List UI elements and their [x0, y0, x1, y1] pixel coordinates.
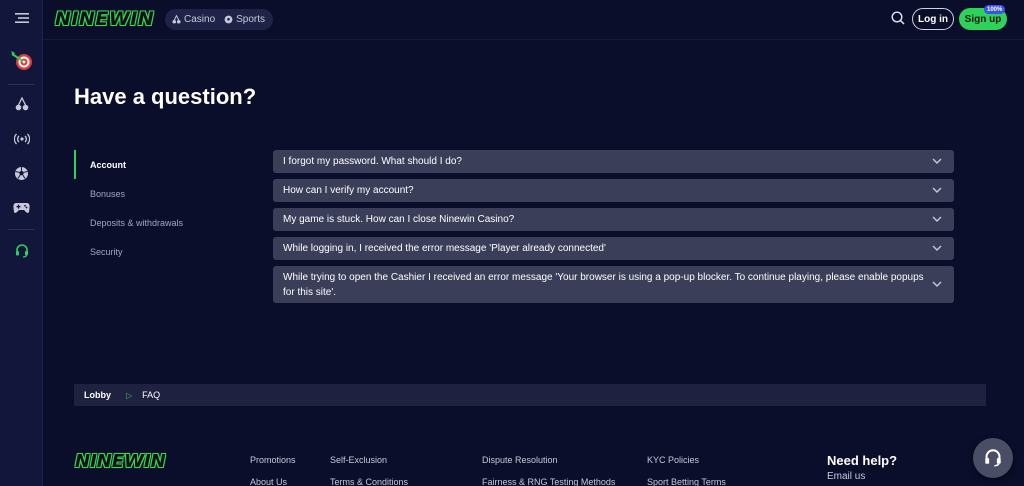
- live-broadcast-icon: [13, 133, 30, 145]
- chevron-down-icon: [932, 187, 942, 193]
- faq-item[interactable]: While logging in, I received the error m…: [273, 237, 954, 260]
- sidebar: [0, 0, 43, 486]
- sidebar-item-casino[interactable]: [0, 89, 43, 119]
- cherries-icon: [15, 97, 28, 111]
- search-button[interactable]: [891, 11, 905, 30]
- category-deposits-withdrawals[interactable]: Deposits & withdrawals: [74, 208, 254, 237]
- footer-link-self-exclusion[interactable]: Self-Exclusion: [330, 455, 387, 465]
- headset-icon: [985, 449, 1001, 467]
- faq-item[interactable]: I forgot my password. What should I do?: [273, 150, 954, 173]
- gamepad-icon: [13, 203, 30, 213]
- soccer-ball-icon: [224, 15, 233, 24]
- faq-question: While logging in, I received the error m…: [283, 243, 606, 254]
- category-bonuses[interactable]: Bonuses: [74, 179, 254, 208]
- sidebar-item-live[interactable]: [0, 124, 43, 154]
- search-icon: [891, 11, 905, 25]
- faq-question: My game is stuck. How can I close Ninewi…: [283, 214, 515, 225]
- nav-casino-label: Casino: [184, 14, 216, 25]
- footer-link-kyc[interactable]: KYC Policies: [647, 455, 699, 465]
- chevron-down-icon: [932, 245, 942, 251]
- chevron-down-icon: [932, 216, 942, 222]
- breadcrumb-separator: ▷: [126, 390, 133, 400]
- faq-category-list: Account Bonuses Deposits & withdrawals S…: [74, 150, 254, 266]
- faq-question: While trying to open the Cashier I recei…: [283, 271, 924, 298]
- faq-item[interactable]: While trying to open the Cashier I recei…: [273, 266, 954, 303]
- support-chat-button[interactable]: [973, 438, 1013, 478]
- category-account[interactable]: Account: [74, 150, 254, 179]
- sidebar-item-sports[interactable]: [0, 158, 43, 188]
- cherries-icon: [172, 15, 181, 24]
- breadcrumb: Lobby ▷ FAQ: [74, 384, 986, 406]
- faq-item[interactable]: My game is stuck. How can I close Ninewi…: [273, 208, 954, 231]
- nav-sports-label: Sports: [236, 14, 266, 25]
- page-scrollbar[interactable]: [1018, 40, 1024, 486]
- top-header: NINEWIN Casino Sports Log in Sign up 100…: [43, 0, 1024, 40]
- menu-icon: [14, 13, 29, 23]
- breadcrumb-current: FAQ: [142, 390, 161, 400]
- breadcrumb-lobby[interactable]: Lobby: [84, 390, 111, 400]
- soccer-ball-icon: [15, 166, 28, 180]
- signup-bonus-badge: 100%: [984, 5, 1006, 14]
- sidebar-item-games[interactable]: [0, 193, 43, 223]
- footer-link-terms[interactable]: Terms & Conditions: [330, 477, 408, 486]
- nav-casino[interactable]: Casino: [172, 14, 215, 25]
- chevron-down-icon: [932, 281, 942, 287]
- faq-item[interactable]: How can I verify my account?: [273, 179, 954, 202]
- page-title: Have a question?: [74, 84, 257, 109]
- faq-question: How can I verify my account?: [283, 185, 414, 196]
- sidebar-divider: [8, 84, 35, 85]
- footer-link-promotions[interactable]: Promotions: [250, 455, 296, 465]
- sidebar-item-promotions[interactable]: [0, 46, 43, 76]
- faq-question: I forgot my password. What should I do?: [283, 156, 462, 167]
- chevron-down-icon: [932, 158, 942, 164]
- login-button[interactable]: Log in: [912, 8, 954, 30]
- dart-target-icon: [10, 51, 32, 70]
- need-help-heading: Need help?: [827, 453, 898, 468]
- nav-sports[interactable]: Sports: [224, 14, 265, 25]
- category-security[interactable]: Security: [74, 237, 254, 266]
- sidebar-divider: [8, 229, 35, 230]
- site-logo[interactable]: NINEWIN: [55, 8, 154, 30]
- menu-button[interactable]: [0, 3, 43, 33]
- faq-accordion: I forgot my password. What should I do? …: [273, 150, 954, 309]
- email-us-link[interactable]: Email us: [827, 471, 865, 482]
- sidebar-item-support[interactable]: [0, 236, 43, 266]
- footer-link-dispute[interactable]: Dispute Resolution: [482, 455, 558, 465]
- product-nav: Casino Sports: [165, 9, 273, 30]
- footer-link-about-us[interactable]: About Us: [250, 477, 287, 486]
- footer-logo[interactable]: NINEWIN: [75, 451, 166, 472]
- headset-icon: [15, 244, 28, 258]
- footer-link-sport-terms[interactable]: Sport Betting Terms: [647, 477, 726, 486]
- footer-link-fairness[interactable]: Fairness & RNG Testing Methods: [482, 477, 615, 486]
